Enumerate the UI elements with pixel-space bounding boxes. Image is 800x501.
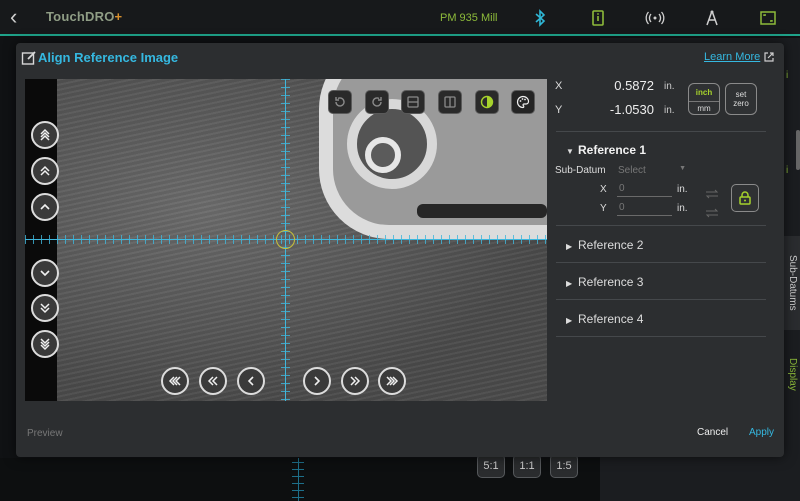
contrast-icon[interactable] [475, 90, 499, 114]
move-down-large-button[interactable] [31, 330, 59, 358]
ratio-1-1-button[interactable]: 1:1 [513, 454, 541, 478]
background-ticks [292, 462, 304, 500]
external-link-icon[interactable] [763, 50, 775, 62]
move-up-medium-button[interactable] [31, 157, 59, 185]
fullscreen-icon[interactable] [758, 8, 778, 28]
machine-name[interactable]: PM 935 Mill [440, 12, 497, 24]
y-coord-value: -1.0530 [609, 102, 654, 117]
divider [556, 336, 766, 337]
signal-icon[interactable] [645, 8, 665, 28]
reference-4-header[interactable]: ▶ Reference 4 [566, 312, 643, 326]
sub-datum-label: Sub-Datum [555, 165, 606, 176]
app-logo: TouchDRO+ [46, 9, 123, 24]
move-up-large-button[interactable] [31, 121, 59, 149]
ref1-x-input[interactable]: 0 [617, 183, 672, 197]
tab-display[interactable]: Display [784, 334, 800, 414]
side-text-2: i [786, 165, 789, 176]
tab-sub-datums[interactable]: Sub-Datums [784, 236, 800, 330]
ref1-y-input[interactable]: 0 [617, 202, 672, 216]
x-coord-value: 0.5872 [614, 78, 654, 93]
x-coord-label: X [555, 80, 563, 92]
move-right-medium-button[interactable] [341, 367, 369, 395]
swap-icon[interactable] [705, 186, 719, 199]
lock-icon[interactable] [731, 184, 759, 212]
reference-3-header[interactable]: ▶ Reference 3 [566, 275, 643, 289]
align-reference-dialog: Align Reference Image Learn More X 0.587… [16, 43, 784, 457]
ref1-y-label: Y [600, 203, 607, 214]
part-slot [417, 204, 547, 218]
divider [556, 299, 766, 300]
rotate-right-button[interactable] [365, 90, 389, 114]
move-down-small-button[interactable] [31, 259, 59, 287]
palette-icon[interactable] [511, 90, 535, 114]
app-root: ‹ TouchDRO+ PM 935 Mill i i Sub-Datums D… [0, 0, 800, 501]
preview-button[interactable]: Preview [27, 428, 63, 439]
y-coord-label: Y [555, 104, 563, 116]
image-viewport[interactable] [25, 79, 547, 401]
move-left-medium-button[interactable] [199, 367, 227, 395]
caret-right-icon: ▶ [566, 316, 573, 325]
dropdown-caret-icon: ▼ [679, 165, 686, 172]
apply-button[interactable]: Apply [749, 427, 774, 438]
sub-datum-select[interactable]: Select ▼ [618, 165, 686, 176]
caret-right-icon: ▶ [566, 242, 573, 251]
scrollbar[interactable] [796, 130, 800, 170]
divider [556, 262, 766, 263]
flip-vertical-button[interactable] [401, 90, 425, 114]
reference-2-header[interactable]: ▶ Reference 2 [566, 238, 643, 252]
unit-toggle-button[interactable]: inch mm [688, 83, 720, 115]
ref1-x-label: X [600, 184, 607, 195]
move-left-small-button[interactable] [237, 367, 265, 395]
side-text-1: i [786, 70, 789, 81]
swap-icon[interactable] [705, 205, 719, 218]
edit-icon [21, 50, 37, 66]
move-down-medium-button[interactable] [31, 294, 59, 322]
top-bar: ‹ TouchDRO+ PM 935 Mill [0, 0, 800, 36]
learn-more-link[interactable]: Learn More [704, 51, 760, 63]
set-zero-button[interactable]: set zero [725, 83, 757, 115]
ratio-1-5-button[interactable]: 1:5 [550, 454, 578, 478]
x-coord-unit: in. [664, 81, 675, 92]
divider [556, 131, 766, 132]
move-left-large-button[interactable] [161, 367, 189, 395]
reference-1-header[interactable]: ▼ Reference 1 [566, 143, 646, 157]
divider [556, 225, 766, 226]
target-ring[interactable] [276, 230, 295, 249]
caret-down-icon: ▼ [566, 147, 574, 156]
move-right-small-button[interactable] [303, 367, 331, 395]
cancel-button[interactable]: Cancel [697, 427, 728, 438]
rotate-left-button[interactable] [328, 90, 352, 114]
dialog-title: Align Reference Image [38, 50, 179, 65]
y-coord-unit: in. [664, 105, 675, 116]
ratio-5-1-button[interactable]: 5:1 [477, 454, 505, 478]
flip-horizontal-button[interactable] [438, 90, 462, 114]
part-bore [365, 137, 401, 173]
caret-right-icon: ▶ [566, 279, 573, 288]
move-up-small-button[interactable] [31, 193, 59, 221]
info-card-icon[interactable] [588, 8, 608, 28]
ref1-y-unit: in. [677, 203, 688, 214]
bluetooth-icon[interactable] [530, 8, 550, 28]
back-arrow-icon[interactable]: ‹ [10, 6, 32, 29]
move-right-large-button[interactable] [378, 367, 406, 395]
ref1-x-unit: in. [677, 184, 688, 195]
compass-icon[interactable] [702, 8, 722, 28]
